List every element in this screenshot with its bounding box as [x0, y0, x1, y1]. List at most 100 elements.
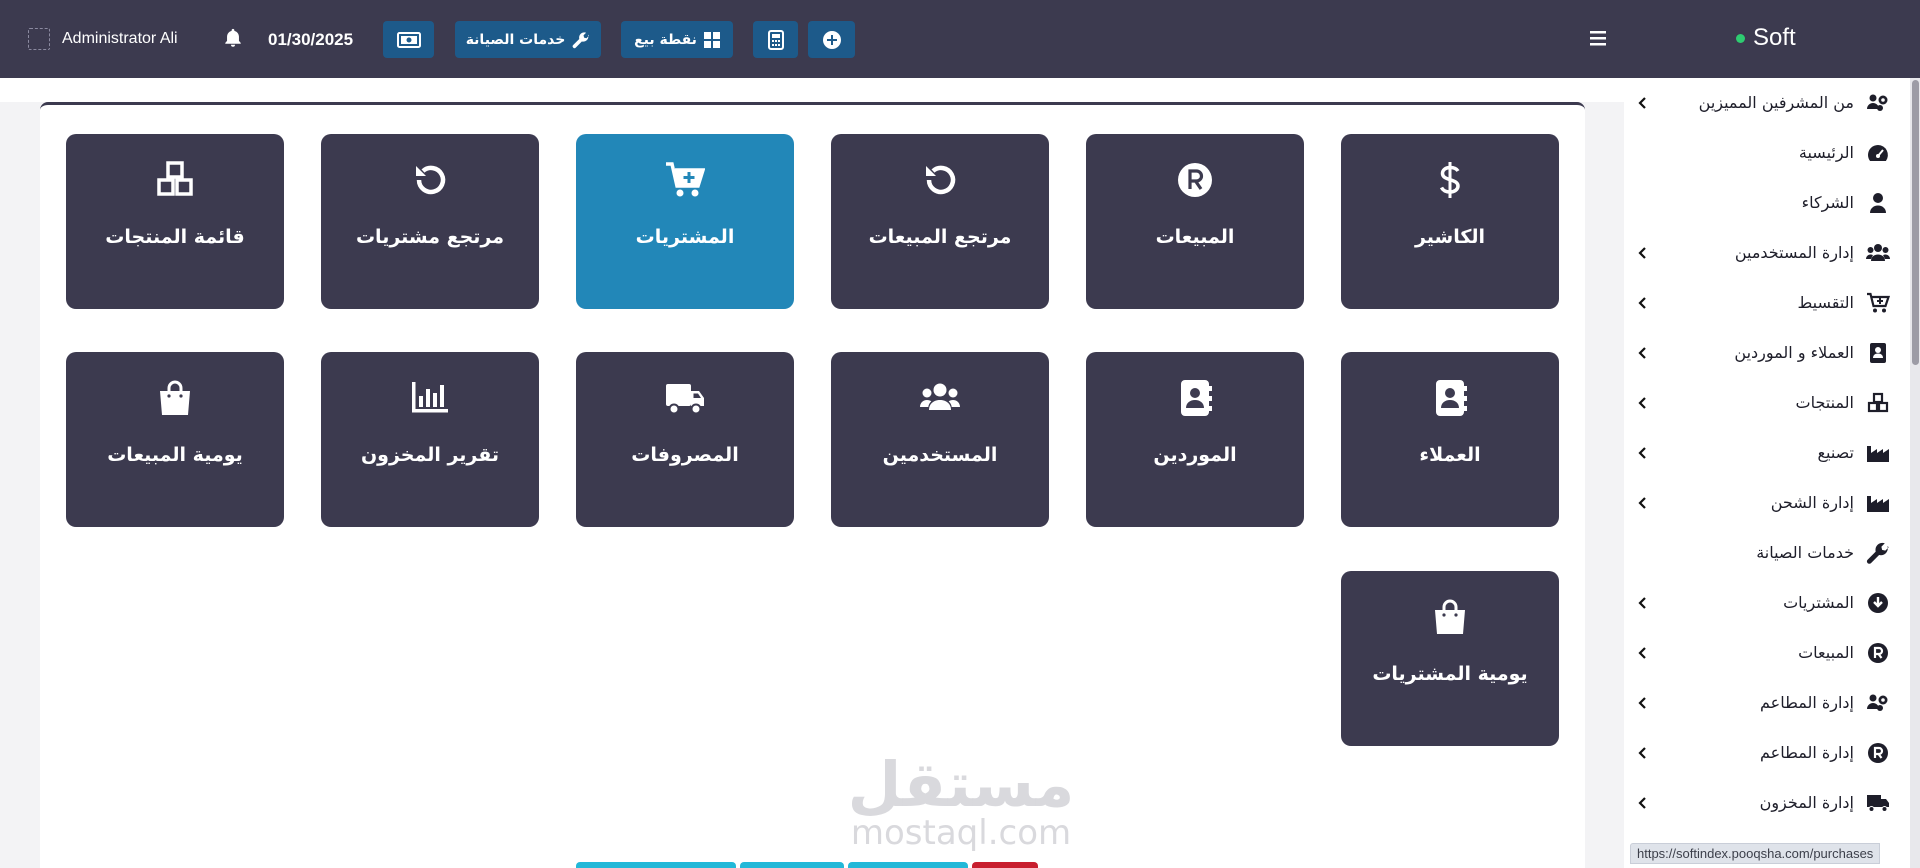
tile-label: تقرير المخزون [360, 444, 500, 466]
online-status-dot [1736, 33, 1745, 43]
watermark: مستقل mostaql.com [846, 748, 1076, 851]
user-menu[interactable]: Administrator Ali [28, 22, 178, 56]
cart-plus-icon [1867, 292, 1890, 313]
sidebar-item-customers-suppliers[interactable]: العملاء و الموردين [1624, 328, 1904, 378]
user-name[interactable]: Administrator Ali [62, 30, 178, 48]
sidebar-item-premium-supervisors[interactable]: من المشرفين المميزين [1624, 78, 1904, 128]
grid-icon [703, 31, 720, 48]
r-circle-icon [1868, 743, 1888, 763]
tile-label: المشتريات [635, 226, 735, 248]
chevron-left-icon [1638, 247, 1646, 259]
sidebar-item-manufacturing[interactable]: تصنيع [1624, 428, 1904, 478]
calculator-icon [767, 29, 784, 50]
avatar[interactable] [28, 28, 50, 50]
chevron-left-icon [1638, 747, 1646, 759]
plus-circle-icon [822, 30, 841, 49]
wrench-icon [1866, 542, 1889, 564]
sidebar-item-installments[interactable]: التقسيط [1624, 278, 1904, 328]
sidebar-item-inventory-management[interactable]: إدارة المخزون [1624, 778, 1904, 828]
sidebar-item-restaurant-management-2[interactable]: إدارة المطاعم [1624, 728, 1904, 778]
tile-label: المستخدمين [882, 444, 998, 466]
sidebar-item-label: إدارة المطاعم [1760, 743, 1854, 762]
cash-button[interactable] [383, 21, 434, 58]
tile-label: مرتجع مشتريات [355, 226, 505, 248]
users-cog-icon [1867, 694, 1888, 711]
users-icon [1866, 244, 1890, 261]
cart-plus-icon [666, 162, 705, 197]
chevron-left-icon [1638, 397, 1646, 409]
users-icon [920, 383, 960, 410]
sidebar-item-label: المنتجات [1795, 393, 1855, 412]
tile-purchase-return[interactable]: مرتجع مشتريات [321, 134, 539, 309]
sidebar: من المشرفين المميزين الرئيسية الشركاء إد… [1624, 78, 1914, 868]
undo-icon [926, 165, 956, 195]
tile-suppliers[interactable]: الموردين [1086, 352, 1304, 527]
r-circle-icon [1868, 643, 1888, 663]
tile-expenses[interactable]: المصروفات [576, 352, 794, 527]
sidebar-item-label: الرئيسية [1798, 143, 1854, 162]
tile-label: قائمة المنتجات [105, 226, 245, 248]
wrench-icon [572, 31, 590, 48]
sidebar-item-user-management[interactable]: إدارة المستخدمين [1624, 228, 1904, 278]
tile-label: يومية المبيعات [107, 444, 243, 466]
chevron-left-icon [1638, 447, 1646, 459]
hamburger-menu-icon[interactable] [1588, 28, 1608, 48]
contact-book-icon [1181, 380, 1212, 416]
brand-name: Soft [1753, 24, 1796, 51]
tile-label: العملاء [1419, 444, 1481, 466]
pos-button-label: نقطة بيع [634, 31, 697, 48]
sidebar-item-partners[interactable]: الشركاء [1624, 178, 1904, 228]
tile-sales-return[interactable]: مرتجع المبيعات [831, 134, 1049, 309]
contact-book-icon [1436, 380, 1467, 416]
tile-customers[interactable]: العملاء [1341, 352, 1559, 527]
sidebar-item-sales[interactable]: المبيعات [1624, 628, 1904, 678]
sidebar-item-shipping-management[interactable]: إدارة الشحن [1624, 478, 1904, 528]
content-header-strip [0, 78, 1624, 102]
industry-icon [1867, 496, 1889, 512]
sidebar-item-label: إدارة الشحن [1770, 493, 1854, 512]
chevron-left-icon [1638, 647, 1646, 659]
user-icon [1870, 193, 1886, 213]
calculator-button[interactable] [753, 21, 798, 58]
chevron-left-icon [1638, 497, 1646, 509]
tile-users[interactable]: المستخدمين [831, 352, 1049, 527]
chevron-left-icon [1638, 297, 1646, 309]
money-bill-icon [396, 31, 421, 48]
tile-purchases[interactable]: المشتريات [576, 134, 794, 309]
status-bar-url: https://softindex.pooqsha.com/purchases [1630, 843, 1881, 864]
sidebar-item-purchases[interactable]: المشتريات [1624, 578, 1904, 628]
bottom-button-1[interactable] [576, 862, 736, 868]
sidebar-item-label: المبيعات [1798, 643, 1854, 662]
sidebar-item-label: من المشرفين المميزين [1698, 93, 1854, 112]
add-button[interactable] [808, 21, 855, 58]
tile-label: المصروفات [631, 444, 739, 466]
tile-inventory-report[interactable]: تقرير المخزون [321, 352, 539, 527]
chevron-left-icon [1638, 597, 1646, 609]
bottom-button-3[interactable] [848, 862, 968, 868]
tile-sales[interactable]: المبيعات [1086, 134, 1304, 309]
sidebar-item-products[interactable]: المنتجات [1624, 378, 1904, 428]
industry-icon [1867, 446, 1889, 462]
sidebar-item-label: التقسيط [1797, 293, 1854, 312]
sidebar-item-home[interactable]: الرئيسية [1624, 128, 1904, 178]
tile-daily-sales[interactable]: يومية المبيعات [66, 352, 284, 527]
tile-daily-purchases[interactable]: يومية المشتريات [1341, 571, 1559, 746]
tile-label: يومية المشتريات [1372, 663, 1528, 685]
sidebar-item-label: إدارة المستخدمين [1734, 243, 1854, 262]
watermark-arabic: مستقل [847, 748, 1075, 821]
sidebar-item-restaurant-management[interactable]: إدارة المطاعم [1624, 678, 1904, 728]
maintenance-button[interactable]: خدمات الصيانة [455, 21, 601, 58]
bottom-button-2[interactable] [740, 862, 844, 868]
cubes-icon [157, 161, 193, 196]
pos-button[interactable]: نقطة بيع [621, 21, 733, 58]
sidebar-scrollbar-thumb[interactable] [1912, 80, 1919, 365]
users-cog-icon [1867, 94, 1888, 111]
brand-logo[interactable]: Soft [1736, 24, 1796, 52]
bell-icon[interactable] [222, 27, 244, 49]
tile-cashier[interactable]: الكاشير [1341, 134, 1559, 309]
tile-products-list[interactable]: قائمة المنتجات [66, 134, 284, 309]
chevron-left-icon [1638, 697, 1646, 709]
cubes-icon [1867, 392, 1889, 413]
bottom-button-danger[interactable] [972, 862, 1038, 868]
sidebar-item-maintenance-services[interactable]: خدمات الصيانة [1624, 528, 1904, 578]
